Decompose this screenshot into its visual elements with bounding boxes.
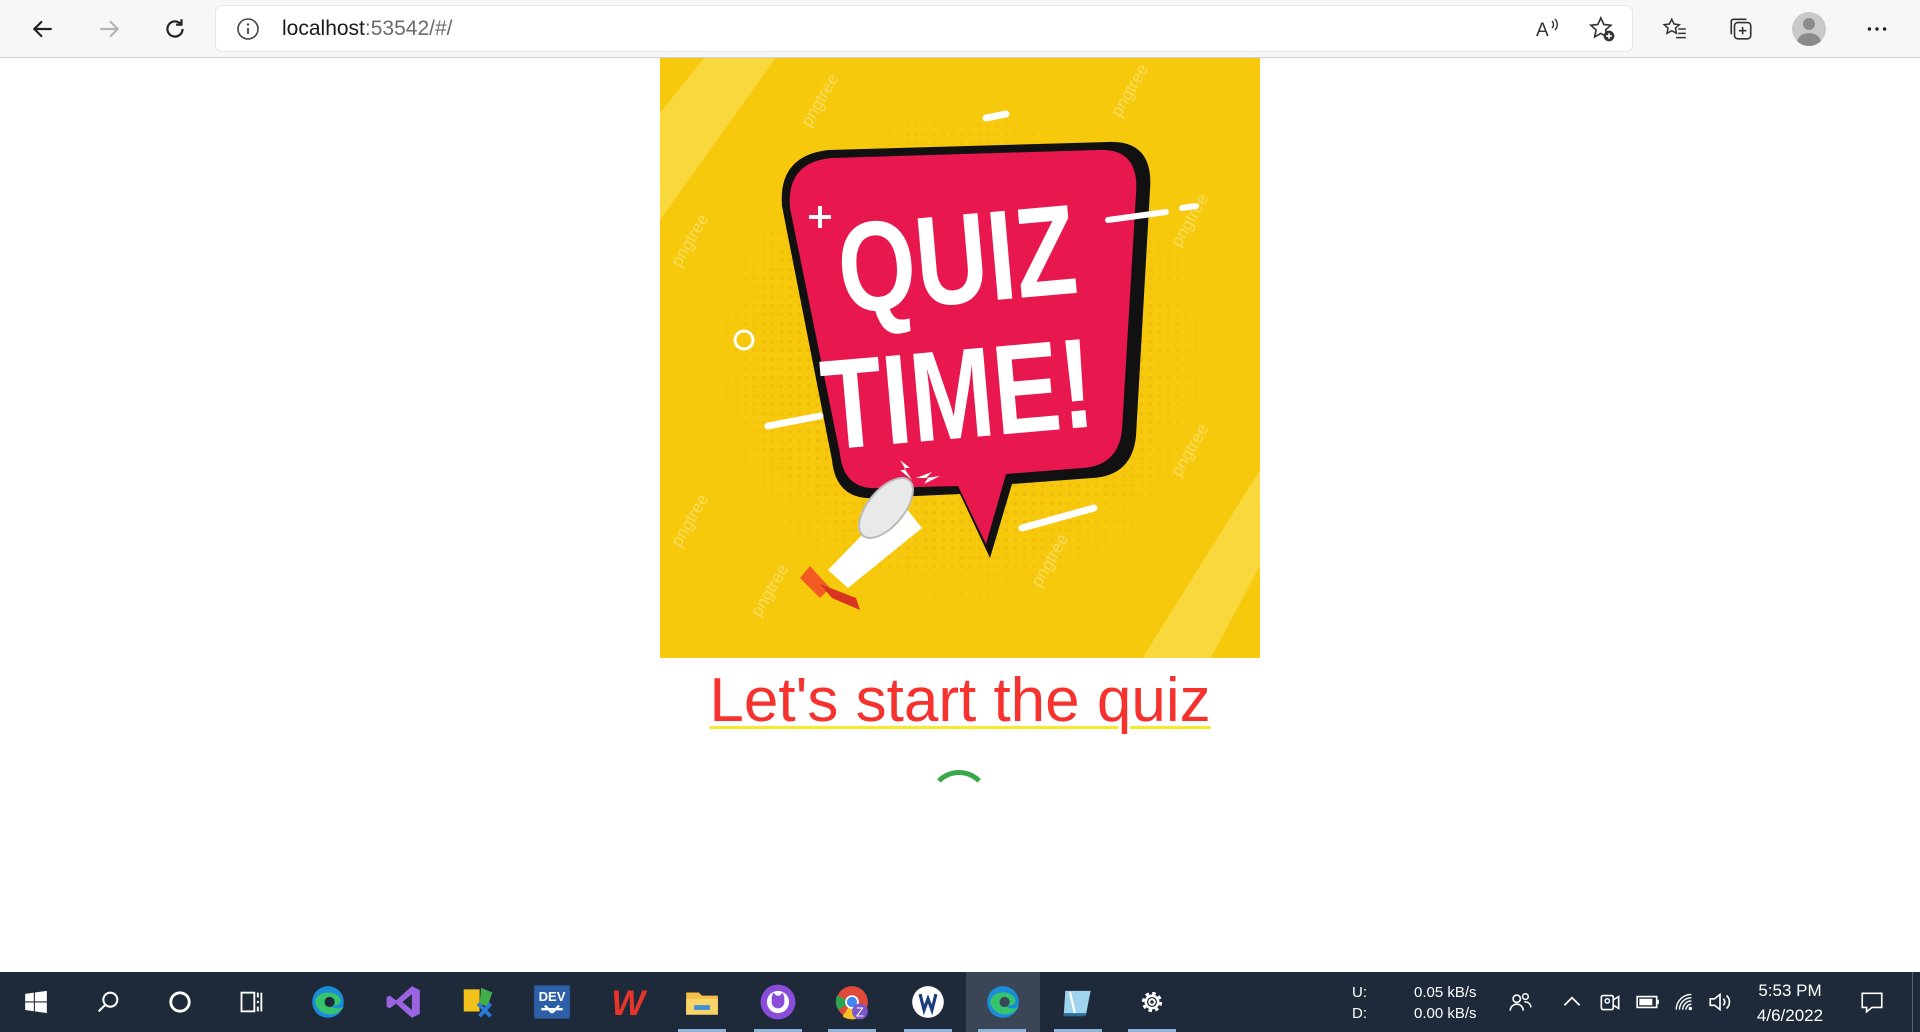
people-button[interactable] xyxy=(1504,986,1536,1018)
taskbar-app-12[interactable] xyxy=(892,972,964,1032)
chevron-up-icon xyxy=(1563,996,1581,1006)
url-host: localhost xyxy=(282,17,365,40)
taskbar-edge-active[interactable] xyxy=(966,972,1040,1032)
svg-text:A: A xyxy=(1536,20,1549,41)
search-icon xyxy=(97,991,119,1013)
settings-menu-button[interactable] xyxy=(1854,6,1900,52)
taskbar-wps-office[interactable]: W xyxy=(592,972,664,1032)
wifi-icon xyxy=(1675,993,1693,1011)
edge-icon xyxy=(987,986,1019,1018)
profile-button[interactable] xyxy=(1786,6,1832,52)
read-aloud-button[interactable]: A xyxy=(1530,12,1566,46)
back-button[interactable] xyxy=(20,6,66,52)
download-speed: 0.00 kB/s xyxy=(1414,1005,1477,1022)
taskbar-edge[interactable] xyxy=(292,972,364,1032)
collections-icon xyxy=(1730,18,1752,40)
start-button[interactable] xyxy=(0,972,72,1032)
wps-icon: W xyxy=(611,983,647,1021)
action-center-button[interactable] xyxy=(1856,986,1888,1018)
loading-spinner xyxy=(928,770,990,832)
forward-button[interactable] xyxy=(86,6,132,52)
task-view-button[interactable] xyxy=(216,972,288,1032)
read-aloud-icon: A xyxy=(1536,18,1558,41)
folder-icon xyxy=(686,992,718,1015)
avatar xyxy=(1792,12,1826,46)
windows-icon xyxy=(25,990,47,1014)
meet-now-button[interactable] xyxy=(1594,986,1626,1018)
github-icon xyxy=(760,984,796,1020)
edge-icon xyxy=(312,986,344,1018)
taskbar-github-desktop[interactable] xyxy=(742,972,814,1032)
info-icon[interactable] xyxy=(236,17,260,41)
cortana-button[interactable] xyxy=(144,972,216,1032)
browser-toolbar: localhost:53542/#/ A xyxy=(0,0,1920,58)
windows-taskbar: DEV W Z U: D: 0.05 kB/s 0.00 kB/s 5:53 P… xyxy=(0,972,1920,1032)
taskbar-settings[interactable] xyxy=(1116,972,1188,1032)
dash-mark xyxy=(982,110,1010,122)
address-bar[interactable]: localhost:53542/#/ A xyxy=(216,6,1632,51)
volume-icon xyxy=(1709,992,1731,1012)
upload-label: U: xyxy=(1352,984,1367,1001)
quiz-title-line2: TIME! xyxy=(816,312,1099,478)
arrow-right-icon xyxy=(100,20,120,38)
clock-time: 5:53 PM xyxy=(1758,981,1822,1000)
battery-button[interactable] xyxy=(1632,986,1664,1018)
app-icon xyxy=(1063,990,1091,1017)
taskbar-app-3[interactable] xyxy=(442,972,514,1032)
show-desktop-button[interactable] xyxy=(1912,972,1920,1032)
quiz-time-banner: QUIZ TIME! pngtree pngtree pngtree pngtr… xyxy=(660,58,1260,658)
star-plus-icon xyxy=(1588,15,1615,42)
taskbar-app-14[interactable] xyxy=(1042,972,1114,1032)
favorites-button[interactable] xyxy=(1652,6,1698,52)
url-path: :53542/#/ xyxy=(364,17,453,40)
collections-button[interactable] xyxy=(1718,6,1764,52)
battery-icon xyxy=(1636,995,1659,1009)
search-button[interactable] xyxy=(72,972,144,1032)
download-label: D: xyxy=(1352,1005,1367,1022)
devexpress-icon: DEV xyxy=(534,985,570,1019)
more-icon xyxy=(1867,27,1887,31)
upload-speed: 0.05 kB/s xyxy=(1414,984,1477,1001)
app-icon xyxy=(463,987,493,1018)
clock[interactable]: 5:53 PM 4/6/2022 xyxy=(1740,978,1840,1028)
chrome-icon: Z xyxy=(835,986,868,1020)
svg-text:Z: Z xyxy=(856,1005,864,1019)
taskbar-devexpress[interactable]: DEV xyxy=(516,972,588,1032)
wifi-button[interactable] xyxy=(1670,986,1702,1018)
devexpress-label: DEV xyxy=(539,989,566,1004)
taskbar-chrome[interactable]: Z xyxy=(816,972,888,1032)
add-favorite-button[interactable] xyxy=(1584,12,1620,46)
volume-button[interactable] xyxy=(1704,986,1736,1018)
web-page: QUIZ TIME! pngtree pngtree pngtree pngtr… xyxy=(0,58,1920,972)
notification-icon xyxy=(1861,992,1883,1014)
url-text[interactable]: localhost:53542/#/ xyxy=(282,17,452,41)
task-view-icon xyxy=(240,991,263,1013)
taskbar-visual-studio[interactable] xyxy=(368,972,440,1032)
net-speeds: 0.05 kB/s 0.00 kB/s xyxy=(1414,982,1477,1024)
page-heading: Let's start the quiz xyxy=(660,662,1260,740)
wps-label: W xyxy=(611,983,647,1021)
video-icon xyxy=(1600,994,1620,1011)
cortana-icon xyxy=(169,991,191,1013)
show-hidden-icons-button[interactable] xyxy=(1556,986,1588,1018)
heading-text: Let's start the quiz xyxy=(709,666,1211,735)
net-labels: U: D: xyxy=(1352,982,1367,1024)
favorites-icon xyxy=(1662,17,1686,39)
refresh-button[interactable] xyxy=(152,6,198,52)
arrow-left-icon xyxy=(32,20,52,38)
gear-icon xyxy=(1141,991,1163,1013)
app-icon xyxy=(912,986,944,1018)
taskbar-file-explorer[interactable] xyxy=(666,972,738,1032)
people-icon xyxy=(1509,993,1532,1011)
clock-date: 4/6/2022 xyxy=(1756,1006,1824,1025)
refresh-icon xyxy=(166,19,184,38)
visual-studio-icon xyxy=(386,986,420,1018)
